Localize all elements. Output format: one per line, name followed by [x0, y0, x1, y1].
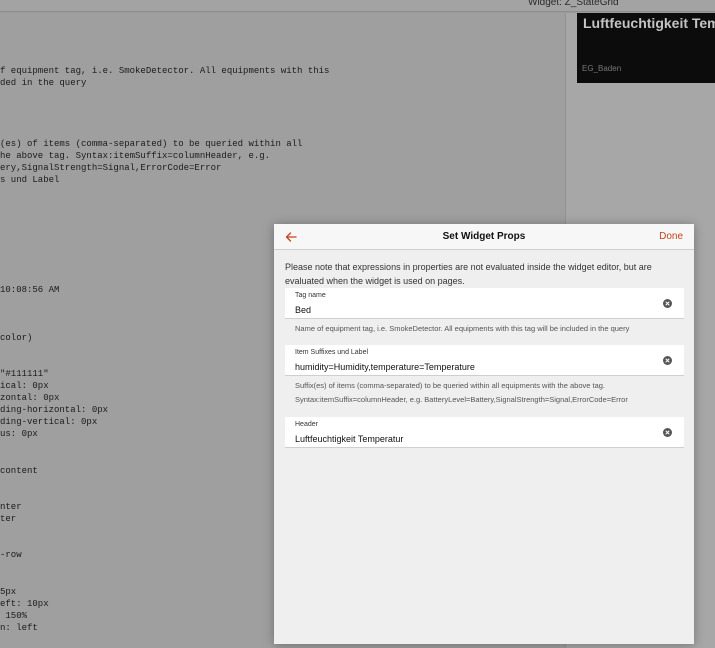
field-label: Item Suffixes und Label	[295, 349, 369, 356]
editor-topbar: Widget: Z_StateGrid	[0, 0, 715, 12]
code-line: ery,SignalStrength=Signal,ErrorCode=Erro…	[0, 163, 222, 173]
dialog-header: Set Widget Props Done	[274, 224, 694, 250]
item-suffixes-field[interactable]: Item Suffixes und Label	[285, 345, 684, 376]
preview-subtitle: EG_Baden	[582, 64, 622, 73]
code-line: nter	[0, 502, 22, 512]
code-line: zontal: 0px	[0, 393, 60, 403]
field-helper-text: Syntax:itemSuffix=columnHeader, e.g. Bat…	[295, 395, 628, 404]
clear-circle-icon[interactable]	[663, 299, 672, 308]
code-line: eft: 10px	[0, 599, 49, 609]
field-helper-text: Name of equipment tag, i.e. SmokeDetecto…	[295, 324, 630, 333]
code-line: ding-vertical: 0px	[0, 417, 98, 427]
code-line: ical: 0px	[0, 381, 49, 391]
widget-name-label: Widget: Z_StateGrid	[528, 0, 619, 8]
done-button[interactable]: Done	[659, 231, 683, 242]
header-input[interactable]	[295, 432, 650, 445]
code-line: s und Label	[0, 175, 60, 185]
code-line: content	[0, 466, 38, 476]
code-line: 150%	[0, 611, 28, 621]
code-line: (es) of items (comma-separated) to be qu…	[0, 139, 303, 149]
code-line: color)	[0, 333, 33, 343]
widget-preview: Luftfeuchtigkeit Tem EG_Baden	[577, 13, 715, 83]
tag-name-field[interactable]: Tag name	[285, 288, 684, 319]
code-line: "#111111"	[0, 369, 49, 379]
set-widget-props-dialog: Set Widget Props Done Please note that e…	[274, 224, 694, 644]
preview-title: Luftfeuchtigkeit Tem	[583, 15, 715, 31]
code-line: ter	[0, 514, 17, 524]
code-line: -row	[0, 550, 22, 560]
field-helper-text: Suffix(es) of items (comma-separated) to…	[295, 381, 606, 390]
field-label: Tag name	[295, 292, 326, 299]
code-line: ding-horizontal: 0px	[0, 405, 109, 415]
header-field[interactable]: Header	[285, 417, 684, 448]
expression-note: Please note that expressions in properti…	[285, 262, 652, 286]
code-line: f equipment tag, i.e. SmokeDetector. All…	[0, 66, 330, 76]
code-line: he above tag. Syntax:itemSuffix=columnHe…	[0, 151, 271, 161]
code-line: us: 0px	[0, 429, 38, 439]
code-line: n: left	[0, 623, 38, 633]
dialog-title: Set Widget Props	[442, 231, 526, 242]
code-line: 10:08:56 AM	[0, 285, 60, 295]
field-label: Header	[295, 421, 318, 428]
clear-circle-icon[interactable]	[663, 356, 672, 365]
code-line: 5px	[0, 587, 17, 597]
clear-circle-icon[interactable]	[663, 428, 672, 437]
tag-name-input[interactable]	[295, 303, 650, 316]
item-suffixes-input[interactable]	[295, 360, 650, 373]
code-line: ded in the query	[0, 78, 87, 88]
